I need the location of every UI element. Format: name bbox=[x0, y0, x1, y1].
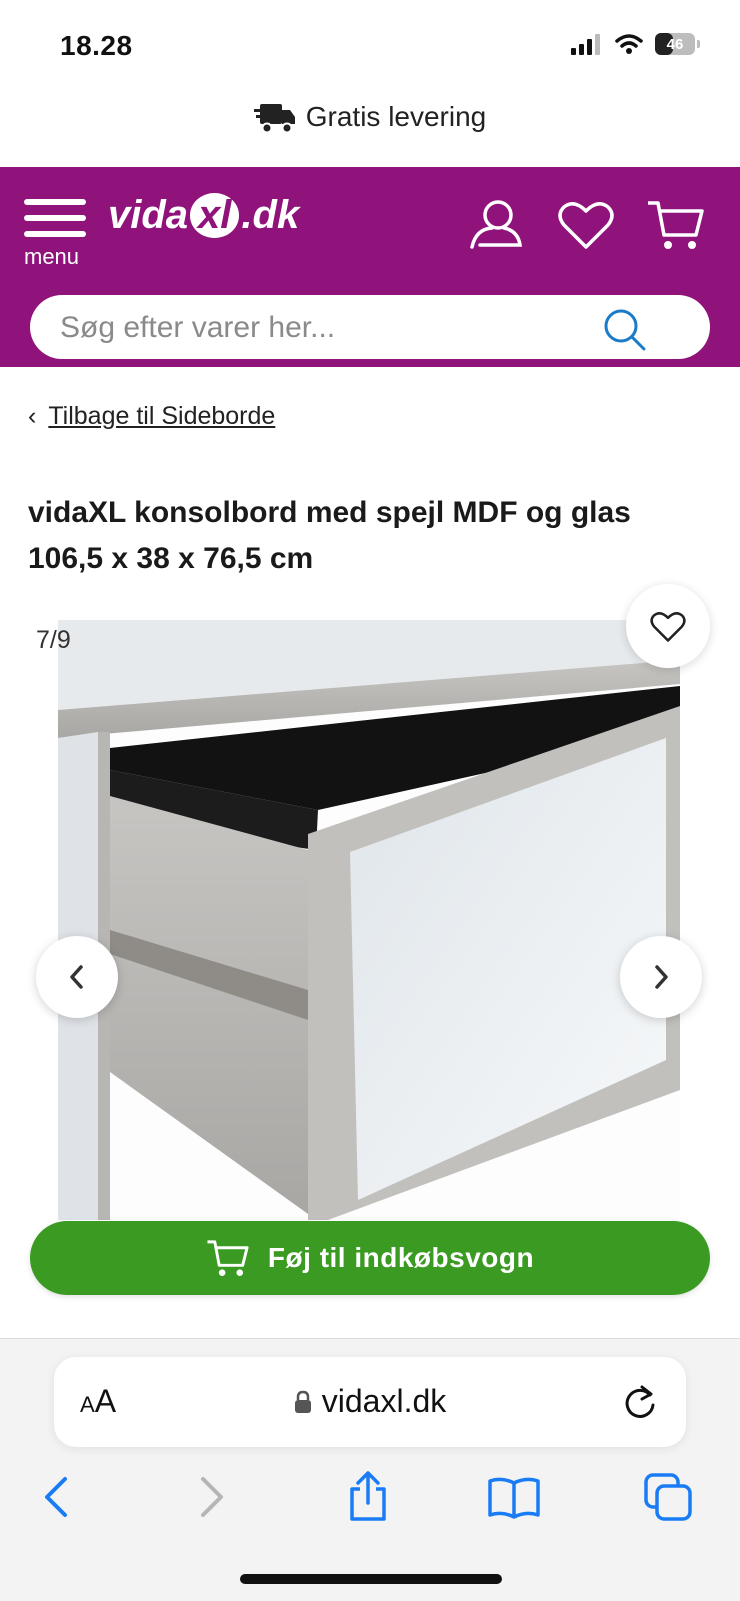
search-icon[interactable] bbox=[602, 307, 646, 351]
product-gallery: 7/9 bbox=[0, 584, 740, 1230]
heart-icon[interactable] bbox=[556, 195, 616, 255]
status-bar: 18.28 46 bbox=[0, 0, 740, 88]
menu-button[interactable]: menu bbox=[24, 199, 88, 269]
lock-icon bbox=[294, 1390, 311, 1413]
address-bar[interactable]: AA vidaxl.dk bbox=[54, 1357, 686, 1447]
menu-bar bbox=[24, 199, 86, 205]
home-indicator bbox=[240, 1574, 502, 1584]
forward-icon[interactable] bbox=[184, 1469, 240, 1525]
battery-percent: 46 bbox=[666, 35, 684, 53]
site-logo[interactable]: vida xl .dk bbox=[108, 193, 299, 238]
add-to-cart-label: Føj til indkøbsvogn bbox=[267, 1242, 535, 1273]
chevron-left-icon: ‹ bbox=[28, 402, 37, 430]
truck-icon bbox=[253, 104, 295, 134]
url-text: vidaxl.dk bbox=[321, 1383, 447, 1419]
chevron-right-icon bbox=[655, 965, 668, 989]
heart-outline-icon bbox=[650, 612, 686, 642]
menu-bar bbox=[24, 231, 86, 237]
chevron-left-icon bbox=[70, 965, 83, 989]
cart-icon[interactable] bbox=[646, 195, 706, 255]
browser-chrome: AA vidaxl.dk bbox=[0, 1338, 740, 1601]
logo-prefix: vida bbox=[108, 193, 189, 237]
status-time: 18.28 bbox=[60, 30, 133, 61]
wifi-icon bbox=[615, 34, 643, 54]
gallery-next-button[interactable] bbox=[620, 936, 702, 1018]
product-title: vidaXL konsolbord med spejl MDF og glas … bbox=[28, 496, 631, 576]
reload-icon[interactable] bbox=[622, 1381, 658, 1421]
search-input[interactable] bbox=[58, 295, 602, 361]
cart-icon bbox=[207, 1240, 249, 1276]
share-icon[interactable] bbox=[340, 1469, 396, 1525]
battery-cap bbox=[697, 40, 700, 48]
favorite-button[interactable] bbox=[626, 584, 710, 668]
promo-banner: Gratis levering bbox=[0, 92, 740, 142]
breadcrumb: ‹ Tilbage til Sideborde bbox=[28, 402, 275, 431]
gallery-counter: 7/9 bbox=[36, 626, 71, 654]
battery-icon: 46 bbox=[655, 33, 695, 55]
menu-label: menu bbox=[24, 244, 80, 269]
logo-suffix: .dk bbox=[241, 193, 300, 237]
site-header: menu vida xl .dk bbox=[0, 167, 740, 367]
tabs-icon[interactable] bbox=[640, 1469, 696, 1525]
bookmarks-icon[interactable] bbox=[486, 1469, 542, 1525]
gallery-prev-button[interactable] bbox=[36, 936, 118, 1018]
url-display[interactable]: vidaxl.dk bbox=[54, 1383, 686, 1420]
logo-mark: xl bbox=[190, 193, 240, 238]
search-bar bbox=[30, 295, 710, 361]
breadcrumb-link[interactable]: Tilbage til Sideborde bbox=[48, 402, 275, 431]
user-icon[interactable] bbox=[466, 195, 526, 255]
menu-bar bbox=[24, 215, 86, 221]
status-indicators: 46 bbox=[571, 33, 700, 55]
add-to-cart-button[interactable]: Føj til indkøbsvogn bbox=[30, 1221, 710, 1295]
signal-icon bbox=[571, 34, 600, 55]
promo-text: Gratis levering bbox=[305, 101, 487, 132]
product-image bbox=[58, 620, 680, 1220]
back-icon[interactable] bbox=[28, 1469, 84, 1525]
